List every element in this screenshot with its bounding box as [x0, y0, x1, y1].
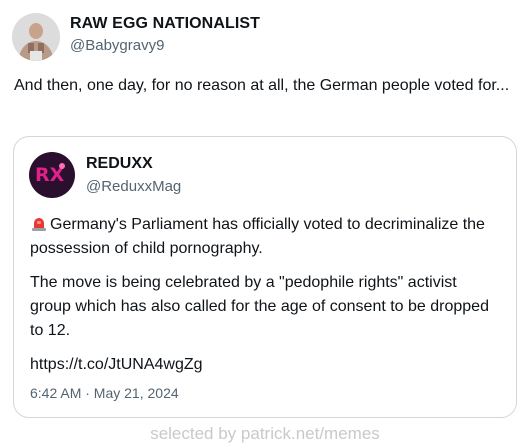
display-name[interactable]: RAW EGG NATIONALIST [70, 15, 260, 33]
police-light-icon [30, 214, 48, 232]
quoted-timestamp[interactable]: 6:42 AM · May 21, 2024 [30, 385, 179, 401]
avatar-photo [12, 13, 60, 61]
quoted-paragraph-1: Germany's Parliament has officially vote… [30, 213, 500, 261]
quoted-paragraph-2: The move is being celebrated by a "pedop… [30, 274, 489, 339]
quoted-display-name[interactable]: REDUXX [86, 155, 153, 173]
user-avatar[interactable] [12, 13, 60, 61]
quoted-paragraph-1-text: Germany's Parliament has officially vote… [30, 216, 485, 257]
quoted-handle[interactable]: @ReduxxMag [86, 178, 181, 195]
reduxx-logo: RX [29, 152, 75, 198]
tweet-card: RAW EGG NATIONALIST @Babygravy9 And then… [0, 0, 530, 448]
quoted-avatar[interactable]: RX [29, 152, 75, 198]
watermark-text: selected by patrick.net/memes [150, 424, 380, 443]
quoted-tweet-body: Germany's Parliament has officially vote… [30, 213, 500, 387]
tweet-text: And then, one day, for no reason at all,… [14, 77, 510, 94]
quoted-link[interactable]: https://t.co/JtUNA4wgZg [30, 356, 203, 373]
quoted-tweet-card[interactable]: RX REDUXX @ReduxxMag Germany's Parliamen… [13, 136, 517, 418]
user-handle[interactable]: @Babygravy9 [70, 37, 164, 54]
